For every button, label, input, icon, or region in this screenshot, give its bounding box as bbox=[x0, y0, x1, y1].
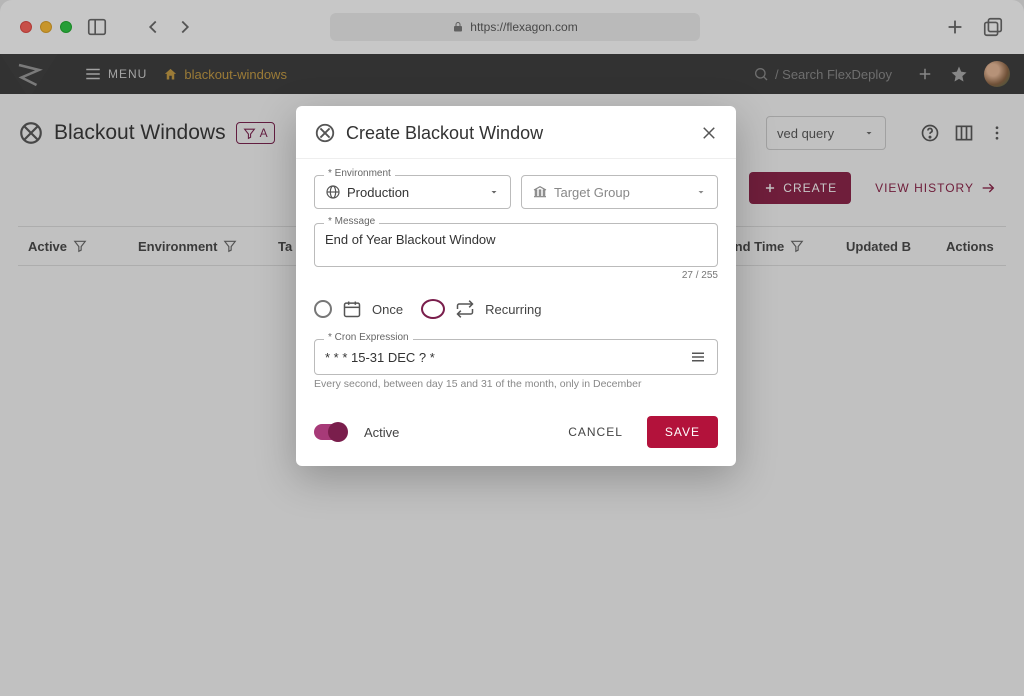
message-field[interactable]: * Message End of Year Blackout Window 27… bbox=[314, 223, 718, 281]
environment-field[interactable]: * Environment Production bbox=[314, 175, 511, 209]
close-icon[interactable] bbox=[700, 124, 718, 142]
globe-icon bbox=[325, 184, 341, 200]
cron-field[interactable]: * Cron Expression * * * 15-31 DEC ? * Ev… bbox=[314, 339, 718, 390]
cancel-button[interactable]: CANCEL bbox=[556, 416, 635, 448]
save-button[interactable]: SAVE bbox=[647, 416, 718, 448]
once-label: Once bbox=[372, 302, 403, 317]
target-group-field[interactable]: Target Group bbox=[521, 175, 718, 209]
environment-value: Production bbox=[347, 185, 409, 200]
message-label: * Message bbox=[324, 216, 379, 227]
calendar-icon bbox=[342, 299, 362, 319]
target-group-placeholder: Target Group bbox=[554, 185, 630, 200]
menu-lines-icon[interactable] bbox=[689, 348, 707, 366]
recurring-label: Recurring bbox=[485, 302, 541, 317]
modal-title-icon bbox=[314, 122, 336, 144]
cron-helper: Every second, between day 15 and 31 of t… bbox=[314, 378, 718, 390]
create-blackout-modal: Create Blackout Window * Environment Pro… bbox=[296, 106, 736, 466]
message-counter: 27 / 255 bbox=[314, 270, 718, 281]
once-radio[interactable] bbox=[314, 300, 332, 318]
repeat-icon bbox=[455, 299, 475, 319]
chevron-down-icon bbox=[695, 186, 707, 198]
cron-label: * Cron Expression bbox=[324, 332, 413, 343]
modal-title: Create Blackout Window bbox=[346, 123, 690, 144]
active-label: Active bbox=[364, 425, 399, 440]
chevron-down-icon bbox=[488, 186, 500, 198]
schedule-type: Once Recurring bbox=[314, 295, 718, 325]
cron-value: * * * 15-31 DEC ? * bbox=[325, 350, 435, 365]
message-value: End of Year Blackout Window bbox=[325, 232, 496, 247]
active-toggle[interactable] bbox=[314, 424, 346, 440]
recurring-radio[interactable] bbox=[421, 299, 445, 319]
environment-label: * Environment bbox=[324, 168, 395, 179]
bank-icon bbox=[532, 184, 548, 200]
